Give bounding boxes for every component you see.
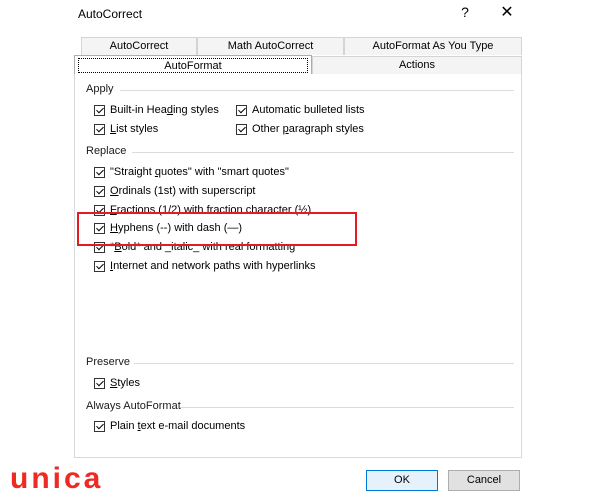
checkbox-ordinals[interactable]: Ordinals (1st) with superscript xyxy=(94,183,256,199)
checkbox-builtin-heading-styles[interactable]: Built-in Heading styles xyxy=(94,102,219,118)
checkbox-checked-icon xyxy=(94,166,105,178)
checkbox-label: Styles xyxy=(110,377,140,389)
ok-button[interactable]: OK xyxy=(366,470,438,491)
checkbox-checked-icon xyxy=(94,420,105,432)
autocorrect-dialog: AutoCorrect ? ✕ AutoCorrect Math AutoCor… xyxy=(62,0,538,500)
tab-row-back: AutoCorrect Math AutoCorrect AutoFormat … xyxy=(74,37,522,55)
group-divider xyxy=(180,407,514,408)
checkbox-plain-text-email[interactable]: Plain text e-mail documents xyxy=(94,418,245,434)
group-label-preserve: Preserve xyxy=(86,356,131,368)
checkbox-styles[interactable]: Styles xyxy=(94,375,140,391)
tab-label: AutoCorrect xyxy=(109,40,169,52)
checkbox-checked-icon xyxy=(94,260,105,272)
checkbox-label: Automatic bulleted lists xyxy=(252,104,365,116)
tab-row-front: AutoFormat Actions xyxy=(74,55,522,74)
checkbox-label: Ordinals (1st) with superscript xyxy=(110,185,256,197)
checkbox-list-styles[interactable]: List styles xyxy=(94,121,158,137)
group-label-apply: Apply xyxy=(86,83,114,95)
checkbox-checked-icon xyxy=(236,123,247,135)
checkbox-checked-icon xyxy=(94,104,105,116)
cancel-button[interactable]: Cancel xyxy=(448,470,520,491)
group-divider xyxy=(120,90,514,91)
highlight-box xyxy=(77,212,357,246)
checkbox-internet-paths[interactable]: Internet and network paths with hyperlin… xyxy=(94,258,315,274)
checkbox-label: Internet and network paths with hyperlin… xyxy=(110,260,316,272)
tab-label: Actions xyxy=(398,59,436,71)
tab-label: Math AutoCorrect xyxy=(227,40,314,52)
group-divider xyxy=(132,152,514,153)
checkbox-label: Other paragraph styles xyxy=(252,123,364,135)
checkbox-label: "Straight quotes" with "smart quotes" xyxy=(110,166,289,178)
group-divider xyxy=(134,363,514,364)
tab-label: AutoFormat As You Type xyxy=(372,40,494,52)
tab-actions[interactable]: Actions xyxy=(312,56,522,74)
tab-math-autocorrect[interactable]: Math AutoCorrect xyxy=(197,37,344,55)
checkbox-straight-quotes[interactable]: "Straight quotes" with "smart quotes" xyxy=(94,164,289,180)
checkbox-label: List styles xyxy=(110,123,159,135)
unica-logo: unica xyxy=(10,462,104,495)
title-bar: AutoCorrect ? ✕ xyxy=(62,0,538,30)
close-icon[interactable]: ✕ xyxy=(497,2,517,22)
checkbox-automatic-bulleted-lists[interactable]: Automatic bulleted lists xyxy=(236,102,365,118)
checkbox-checked-icon xyxy=(94,123,105,135)
help-icon[interactable]: ? xyxy=(457,4,473,20)
tab-label: AutoFormat xyxy=(78,58,308,73)
tab-autoformat[interactable]: AutoFormat xyxy=(74,55,312,74)
tab-autoformat-as-you-type[interactable]: AutoFormat As You Type xyxy=(344,37,522,55)
window-title: AutoCorrect xyxy=(78,7,143,21)
checkbox-checked-icon xyxy=(94,185,105,197)
checkbox-label: Built-in Heading styles xyxy=(110,104,219,116)
checkbox-label: Plain text e-mail documents xyxy=(110,420,246,432)
tab-autocorrect[interactable]: AutoCorrect xyxy=(81,37,197,55)
group-label-replace: Replace xyxy=(86,145,127,157)
checkbox-other-paragraph-styles[interactable]: Other paragraph styles xyxy=(236,121,364,137)
checkbox-checked-icon xyxy=(236,104,247,116)
group-label-always-autoformat: Always AutoFormat xyxy=(86,400,181,412)
checkbox-checked-icon xyxy=(94,377,105,389)
